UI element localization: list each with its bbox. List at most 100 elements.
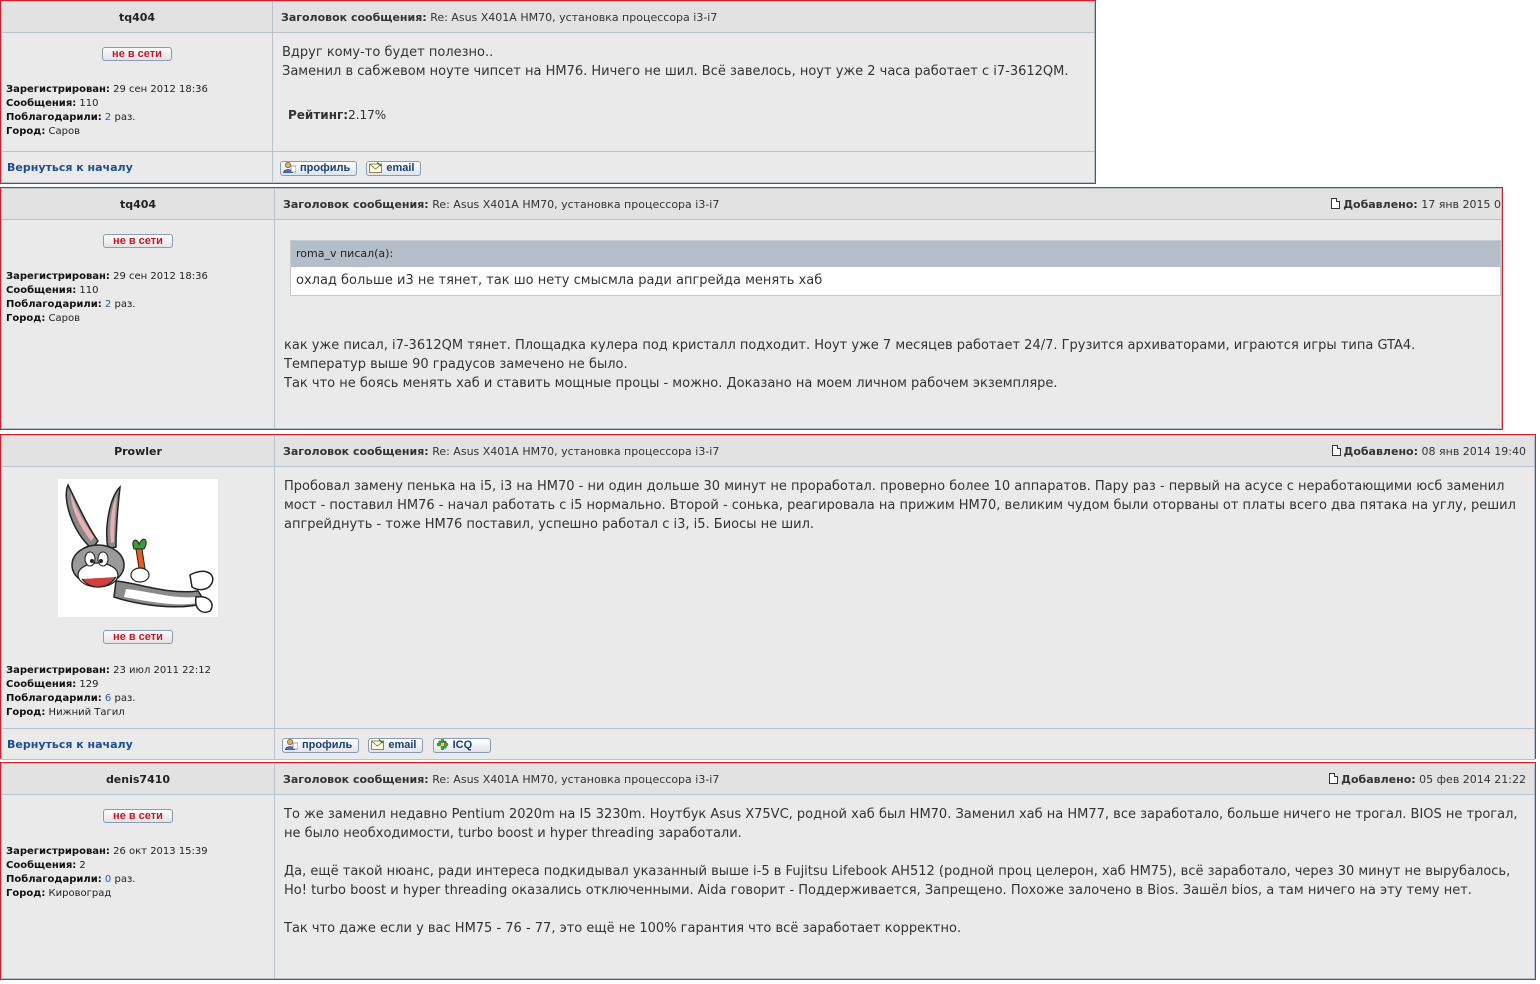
- offline-badge: не в сети: [103, 234, 173, 248]
- post-doc-icon[interactable]: [1329, 773, 1339, 784]
- icq-button-label: ICQ: [452, 738, 473, 751]
- user-icon: [283, 161, 296, 173]
- email-button[interactable]: email: [368, 737, 424, 753]
- email-button-label: email: [388, 738, 417, 751]
- added-date: 05 фев 2014 21:22: [1419, 773, 1526, 786]
- post-text: Да, ещё такой нюанс, ради интереса подки…: [284, 864, 1511, 898]
- thanked-count-link[interactable]: 6: [105, 693, 111, 704]
- city-value: Саров: [48, 313, 81, 324]
- back-to-top-link[interactable]: Вернуться к началу: [7, 738, 133, 751]
- registered-date: 23 июл 2011 22:12: [113, 665, 211, 676]
- added-label: Добавлено:: [1343, 198, 1418, 211]
- city-label: Город:: [6, 313, 46, 324]
- subject-label: Заголовок сообщения:: [283, 197, 429, 211]
- thanked-count-link[interactable]: 2: [105, 112, 111, 123]
- author-profile: не в сети Зарегистрирован: 26 окт 2013 1…: [1, 794, 275, 979]
- post-text: как уже писал, i7-3612QM тянет. Площадка…: [284, 338, 1416, 372]
- times-label: раз.: [114, 299, 136, 310]
- post-text: Вдруг кому-то будет полезно..: [282, 45, 494, 60]
- back-to-top-link[interactable]: Вернуться к началу: [7, 161, 133, 174]
- post-author[interactable]: denis7410: [1, 763, 275, 795]
- post-text: Так что не боясь менять хаб и ставить мо…: [284, 376, 1058, 391]
- post-body: Вдруг кому-то будет полезно.. Заменил в …: [272, 32, 1095, 152]
- messages-label: Сообщения:: [6, 98, 77, 109]
- post-doc-icon[interactable]: [1331, 445, 1341, 456]
- post-author[interactable]: tq404: [1, 188, 275, 220]
- city-value: Саров: [48, 126, 81, 137]
- offline-badge: не в сети: [103, 630, 173, 644]
- post-1: tq404 Заголовок сообщения: Re: Asus X401…: [0, 0, 1096, 184]
- post-text: То же заменил недавно Pentium 2020m на I…: [284, 807, 1518, 841]
- thanked-label: Поблагодарили:: [6, 112, 102, 123]
- registered-label: Зарегистрирован:: [6, 665, 110, 676]
- thanked-count-link[interactable]: 2: [105, 299, 111, 310]
- thanked-label: Поблагодарили:: [6, 299, 102, 310]
- post-added: Добавлено: 17 янв 2015 0: [1331, 198, 1501, 211]
- times-label: раз.: [114, 874, 136, 885]
- avatar-image: [58, 479, 218, 617]
- added-label: Добавлено:: [1343, 445, 1419, 458]
- added-date: 08 янв 2014 19:40: [1421, 445, 1526, 458]
- post-subject: Заголовок сообщения: Re: Asus X401A HM70…: [274, 435, 1535, 467]
- city-label: Город:: [6, 707, 46, 718]
- thanked-label: Поблагодарили:: [6, 693, 102, 704]
- registered-label: Зарегистрирован:: [6, 846, 110, 857]
- subject-text: Re: Asus X401A HM70, установка процессор…: [432, 772, 720, 786]
- quote-block: roma_v писал(а): охлад больше и3 не тяне…: [290, 240, 1501, 296]
- added-date: 17 янв 2015 0: [1421, 198, 1501, 211]
- subject-text: Re: Asus X401A HM70, установка процессор…: [432, 444, 720, 458]
- registered-date: 29 сен 2012 18:36: [113, 84, 208, 95]
- registered-date: 26 окт 2013 15:39: [113, 846, 208, 857]
- thanked-count-link[interactable]: 0: [105, 874, 111, 885]
- subject-label: Заголовок сообщения:: [281, 10, 427, 24]
- messages-label: Сообщения:: [6, 679, 77, 690]
- subject-label: Заголовок сообщения:: [283, 444, 429, 458]
- offline-badge: не в сети: [102, 47, 172, 61]
- post-body: Пробовал замену пенька на i5, i3 на HM70…: [274, 466, 1535, 729]
- profile-button[interactable]: профиль: [280, 160, 358, 176]
- post-text: Заменил в сабжевом ноуте чипсет на HM76.…: [282, 64, 1069, 79]
- post-author[interactable]: tq404: [1, 1, 273, 33]
- messages-label: Сообщения:: [6, 285, 77, 296]
- messages-label: Сообщения:: [6, 860, 77, 871]
- registered-date: 29 сен 2012 18:36: [113, 271, 208, 282]
- times-label: раз.: [114, 693, 136, 704]
- post-2: tq404 Заголовок сообщения: Re: Asus X401…: [0, 187, 1503, 430]
- registered-label: Зарегистрирован:: [6, 271, 110, 282]
- email-button[interactable]: email: [366, 160, 422, 176]
- post-actions: профиль email: [272, 151, 1095, 183]
- post-subject: Заголовок сообщения: Re: Asus X401A HM70…: [272, 1, 1095, 33]
- profile-button[interactable]: профиль: [282, 737, 360, 753]
- offline-badge: не в сети: [103, 809, 173, 823]
- icq-flower-icon: [436, 738, 448, 750]
- icq-button[interactable]: ICQ: [432, 737, 492, 753]
- messages-count: 110: [79, 285, 99, 296]
- city-value: Кировоград: [48, 888, 112, 899]
- post-subject: Заголовок сообщения: Re: Asus X401A HM70…: [274, 188, 1502, 220]
- quote-text: охлад больше и3 не тянет, так шо нету см…: [296, 273, 823, 288]
- post-actions: профиль email ICQ: [274, 728, 1535, 760]
- thanked-label: Поблагодарили:: [6, 874, 102, 885]
- messages-count: 2: [79, 860, 86, 871]
- city-value: Нижний Тагил: [48, 707, 125, 718]
- post-3: Prowler Заголовок сообщения: Re: Asus X4…: [0, 434, 1536, 760]
- subject-text: Re: Asus X401A HM70, установка процессор…: [432, 197, 720, 211]
- post-body: roma_v писал(а): охлад больше и3 не тяне…: [274, 219, 1502, 429]
- email-button-label: email: [386, 161, 415, 174]
- rating-label: Рейтинг:: [288, 108, 349, 122]
- post-subject: Заголовок сообщения: Re: Asus X401A HM70…: [274, 763, 1535, 795]
- profile-button-label: профиль: [300, 161, 351, 174]
- registered-label: Зарегистрирован:: [6, 84, 110, 95]
- envelope-icon: [369, 161, 383, 173]
- author-profile: не в сети Зарегистрирован: 29 сен 2012 1…: [1, 219, 275, 429]
- post-doc-icon[interactable]: [1331, 198, 1341, 209]
- post-added: Добавлено: 08 янв 2014 19:40: [1331, 445, 1526, 458]
- quote-author: roma_v писал(а):: [291, 241, 1500, 267]
- subject-label: Заголовок сообщения:: [283, 772, 429, 786]
- rating: Рейтинг:2.17%: [282, 106, 1085, 125]
- post-text: Пробовал замену пенька на i5, i3 на HM70…: [284, 479, 1516, 532]
- profile-button-label: профиль: [302, 738, 353, 751]
- post-author[interactable]: Prowler: [1, 435, 275, 467]
- post-text: Так что даже если у вас HM75 - 76 - 77, …: [284, 921, 962, 936]
- city-label: Город:: [6, 888, 46, 899]
